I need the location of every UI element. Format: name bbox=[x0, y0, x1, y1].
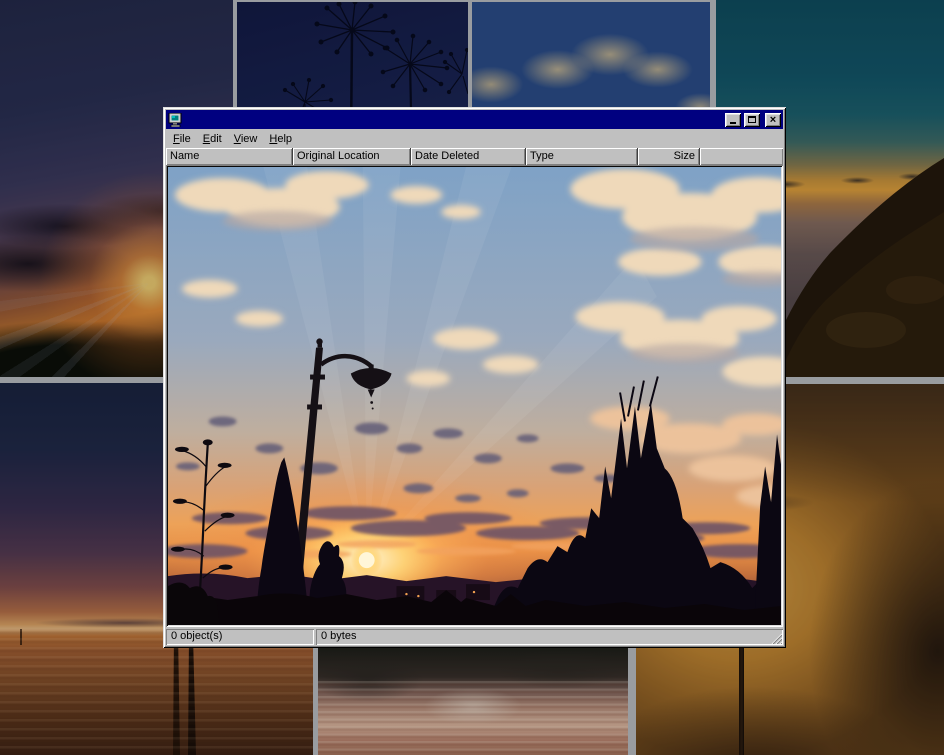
column-header-empty[interactable] bbox=[700, 148, 783, 165]
maximize-icon bbox=[748, 116, 756, 123]
recycle-bin-window[interactable]: × File Edit View Help Name Original Loca… bbox=[163, 107, 786, 648]
minimize-icon bbox=[730, 122, 736, 124]
title-bar[interactable]: × bbox=[166, 110, 783, 129]
menu-edit[interactable]: Edit bbox=[197, 131, 228, 147]
column-headers: Name Original Location Date Deleted Type… bbox=[166, 148, 783, 165]
close-button[interactable]: × bbox=[765, 113, 781, 127]
column-header-type[interactable]: Type bbox=[526, 148, 638, 165]
column-header-date-deleted[interactable]: Date Deleted bbox=[411, 148, 526, 165]
status-size: 0 bytes bbox=[316, 629, 783, 645]
status-bar: 0 object(s) 0 bytes bbox=[166, 629, 783, 645]
menu-view[interactable]: View bbox=[228, 131, 264, 147]
status-object-count: 0 object(s) bbox=[166, 629, 314, 645]
tile-divider bbox=[237, 0, 710, 2]
menu-file[interactable]: File bbox=[167, 131, 197, 147]
column-header-size[interactable]: Size bbox=[638, 148, 700, 165]
maximize-button[interactable] bbox=[744, 113, 760, 127]
resize-grip[interactable] bbox=[769, 631, 782, 644]
window-computer-icon bbox=[168, 113, 183, 127]
sunset-streetlamp-photo bbox=[168, 167, 781, 625]
column-header-original-location[interactable]: Original Location bbox=[293, 148, 411, 165]
column-header-name[interactable]: Name bbox=[166, 148, 293, 165]
menu-bar: File Edit View Help bbox=[166, 129, 783, 148]
file-list-area[interactable] bbox=[166, 165, 783, 627]
close-icon: × bbox=[770, 115, 776, 125]
minimize-button[interactable] bbox=[725, 113, 741, 127]
menu-help[interactable]: Help bbox=[263, 131, 298, 147]
